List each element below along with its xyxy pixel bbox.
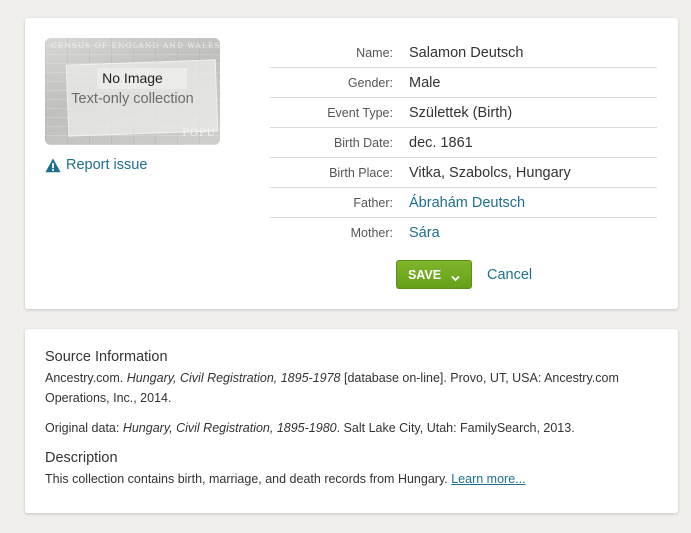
field-row-father: Father: Ábrahám Deutsch (270, 188, 657, 218)
text-only-label: Text-only collection (71, 91, 194, 107)
record-actions: SAVE Cancel (396, 260, 532, 289)
original-prefix: Original data: (45, 421, 123, 435)
warning-icon (45, 158, 61, 173)
field-label: Mother: (350, 226, 393, 240)
field-row-gender: Gender: Male (270, 68, 657, 98)
cancel-link[interactable]: Cancel (487, 267, 532, 283)
field-label: Birth Date: (333, 135, 393, 150)
no-image-label: No Image (102, 70, 163, 86)
original-suffix: . Salt Lake City, Utah: FamilySearch, 20… (336, 421, 575, 435)
field-row-event-type: Event Type: Születtek (Birth) (270, 98, 657, 128)
record-thumbnail: CENSUS OF ENGLAND AND WALES. POPU No Ima… (45, 38, 220, 145)
citation-title: Hungary, Civil Registration, 1895-1978 (126, 371, 341, 385)
report-issue-link[interactable]: Report issue (45, 157, 147, 173)
field-row-birth-place: Birth Place: Vitka, Szabolcs, Hungary (270, 158, 657, 188)
source-citation: Ancestry.com. Hungary, Civil Registratio… (45, 368, 660, 408)
father-link[interactable]: Ábrahám Deutsch (409, 195, 525, 211)
source-information-heading: Source Information (45, 349, 168, 365)
field-label: Father: (353, 195, 393, 210)
field-value: Male (409, 74, 441, 91)
field-value: Vitka, Szabolcs, Hungary (409, 164, 571, 181)
chevron-down-icon (451, 271, 460, 282)
record-card: CENSUS OF ENGLAND AND WALES. POPU No Ima… (25, 18, 678, 309)
field-label: Name: (356, 45, 393, 60)
description-text: This collection contains birth, marriage… (45, 469, 660, 489)
save-button[interactable]: SAVE (396, 260, 472, 289)
field-value: dec. 1861 (409, 134, 473, 151)
field-value: Születtek (Birth) (409, 104, 513, 121)
original-data: Original data: Hungary, Civil Registrati… (45, 418, 660, 438)
field-value: Salamon Deutsch (409, 44, 524, 61)
record-details: Name: Salamon Deutsch Gender: Male Event… (270, 38, 657, 248)
field-row-birth-date: Birth Date: dec. 1861 (270, 128, 657, 158)
field-row-name: Name: Salamon Deutsch (270, 38, 657, 68)
description-body: This collection contains birth, marriage… (45, 472, 452, 486)
thumbnail-census-caption: CENSUS OF ENGLAND AND WALES. (51, 41, 220, 50)
original-title: Hungary, Civil Registration, 1895-1980 (122, 421, 337, 435)
description-heading: Description (45, 450, 118, 466)
learn-more-link[interactable]: Learn more... (451, 472, 525, 486)
field-label: Birth Place: (329, 165, 393, 180)
citation-prefix: Ancestry.com. (45, 371, 127, 385)
mother-link[interactable]: Sára (409, 225, 440, 241)
save-button-label: SAVE (407, 267, 442, 282)
field-label: Gender: (347, 75, 393, 90)
field-label: Event Type: (327, 105, 393, 120)
thumbnail-popu-caption: POPU (182, 128, 216, 139)
report-issue-label: Report issue (66, 157, 148, 173)
field-row-mother: Mother: Sára (270, 218, 657, 248)
source-card: Source Information Ancestry.com. Hungary… (25, 329, 678, 513)
